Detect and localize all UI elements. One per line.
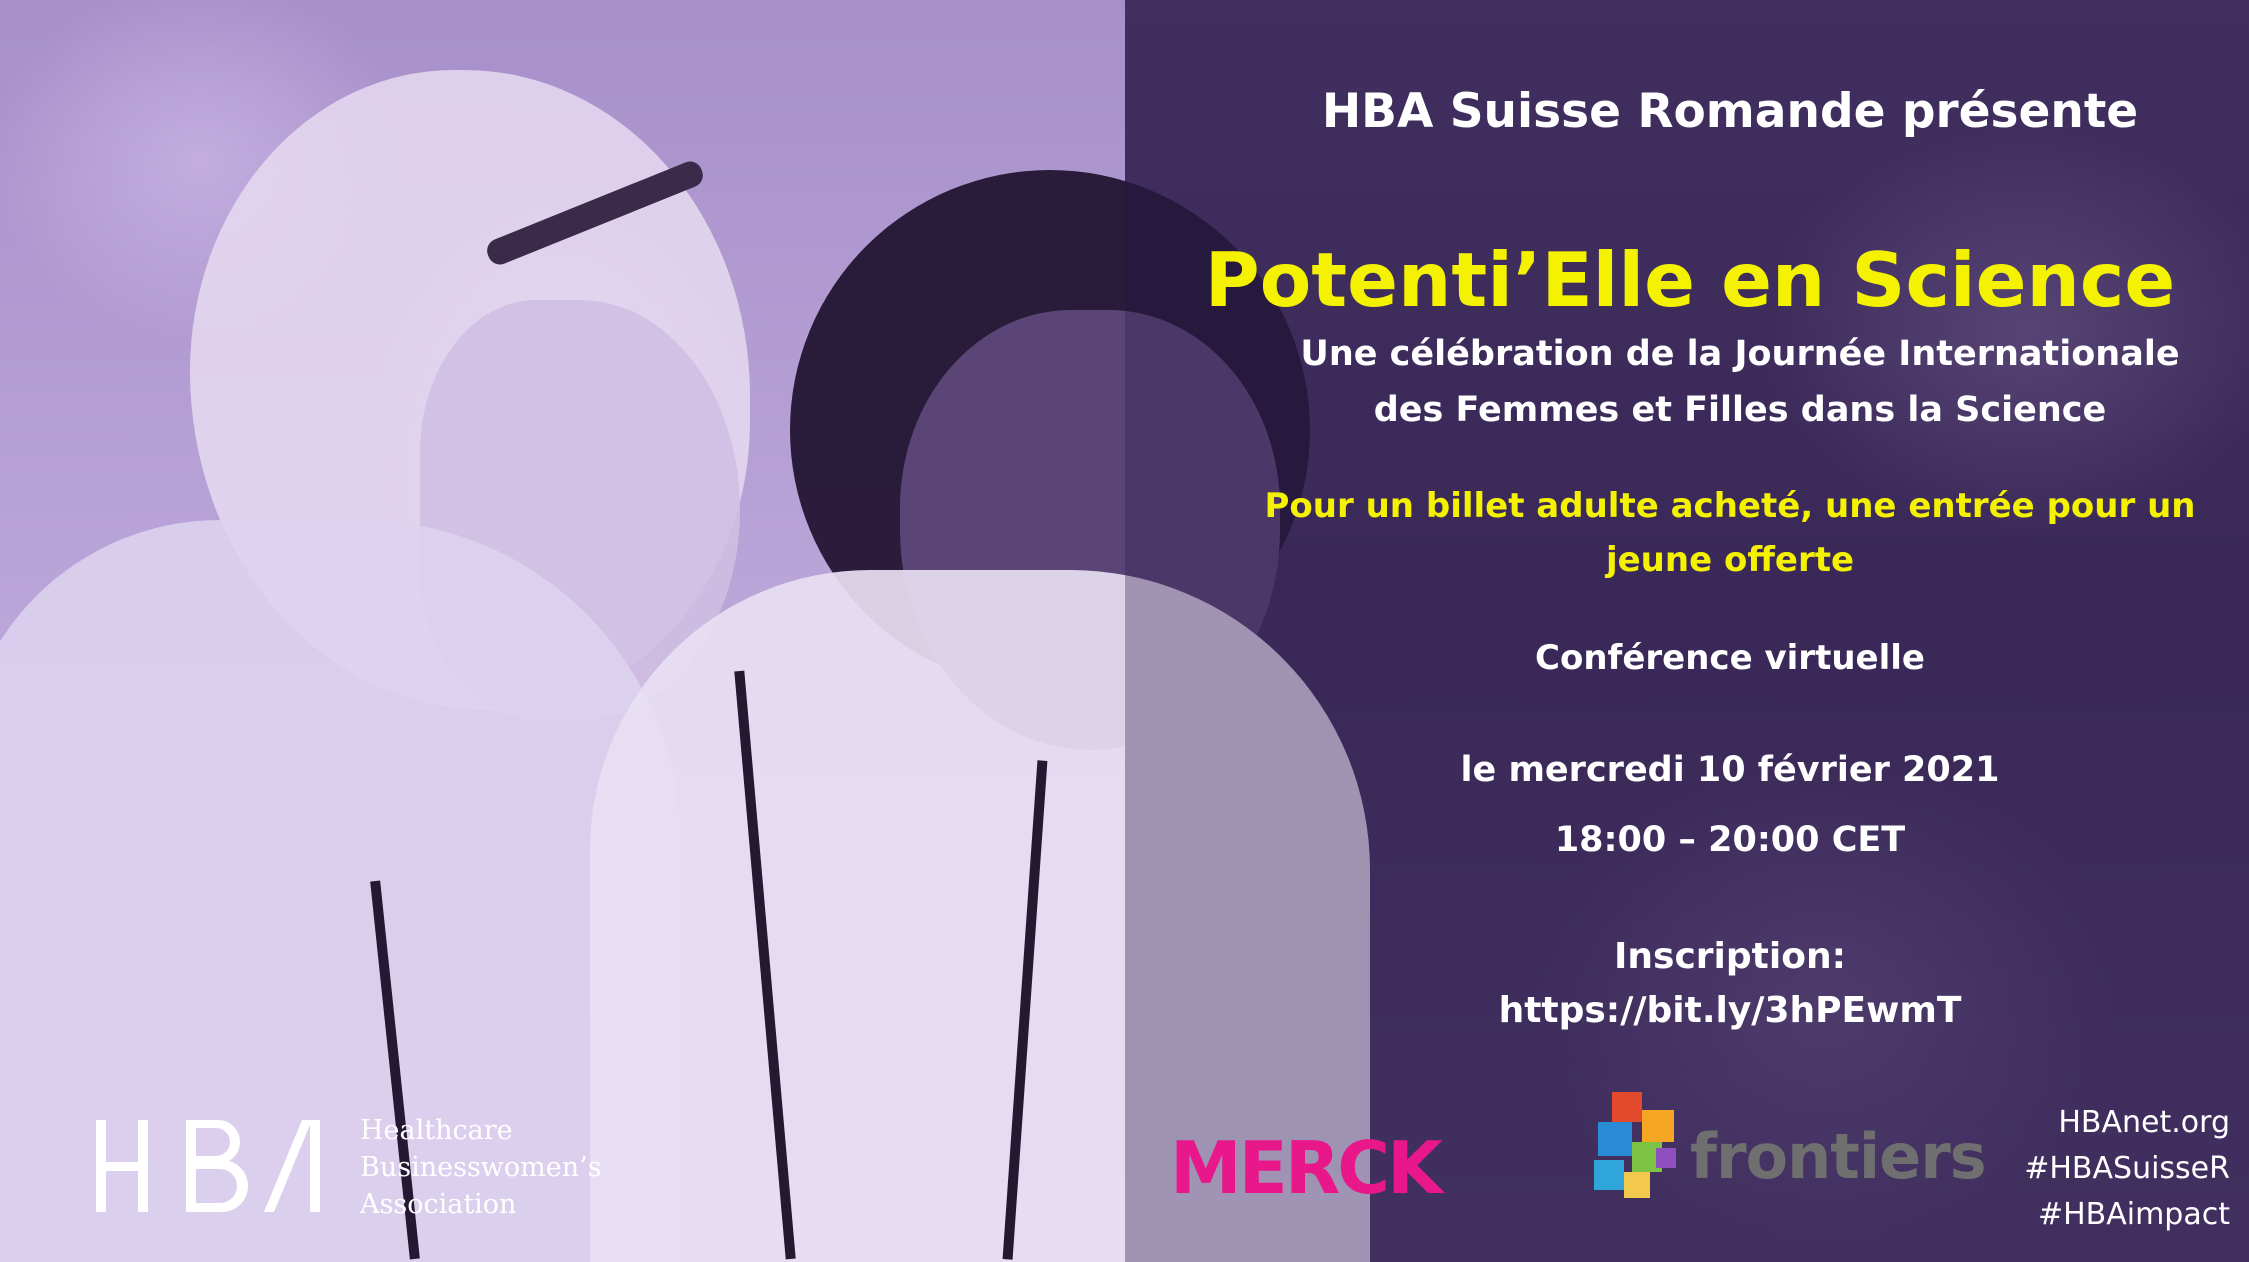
frontiers-logo-text: frontiers	[1690, 1120, 1987, 1193]
event-time: 18:00 – 20:00 CET	[1554, 820, 1906, 860]
event-date: le mercredi 10 février 2021	[1460, 750, 2000, 790]
social-links: HBAnet.org #HBASuisseR #HBAimpact	[1990, 1100, 2230, 1238]
frontiers-icon	[1594, 1092, 1676, 1198]
hba-association-name: Healthcare Businesswomen’s Association	[360, 1112, 602, 1223]
presenter-line: HBA Suisse Romande présente	[1321, 84, 2139, 139]
hba-name-line2: Businesswomen’s	[360, 1152, 602, 1183]
registration-label: Inscription:	[1614, 936, 1846, 977]
event-subtitle-line1: Une célébration de la Journée Internatio…	[1300, 334, 2180, 374]
ticket-offer-line2: jeune offerte	[1605, 540, 1855, 580]
hashtag-impact: #HBAimpact	[2037, 1197, 2230, 1232]
event-subtitle-line2: des Femmes et Filles dans la Science	[1373, 390, 2107, 430]
registration-link[interactable]: https://bit.ly/3hPEwmT	[1380, 990, 2080, 1031]
merck-logo: MERCK	[1170, 1126, 1443, 1210]
event-flyer: HBA Suisse Romande présente Potenti’Elle…	[0, 0, 2249, 1262]
hashtag-suisse: #HBASuisseR	[2024, 1151, 2230, 1186]
ticket-offer-line1: Pour un billet adulte acheté, une entrée…	[1264, 486, 2196, 526]
hba-name-line1: Healthcare	[360, 1115, 513, 1146]
website-link[interactable]: HBAnet.org	[1990, 1100, 2230, 1146]
hba-name-line3: Association	[360, 1189, 517, 1220]
purple-overlay	[1125, 0, 2249, 1262]
event-title: Potenti’Elle en Science	[1204, 236, 2176, 324]
event-format: Conférence virtuelle	[1535, 638, 1925, 678]
hba-logo	[96, 1120, 320, 1212]
